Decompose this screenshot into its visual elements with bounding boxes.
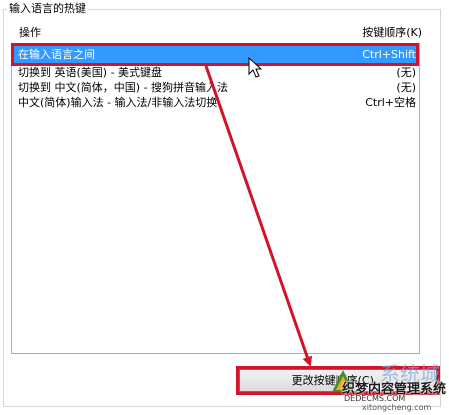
groupbox-title: 输入语言的热键: [7, 2, 88, 16]
column-header-key-sequence: 按键顺序(K): [362, 26, 422, 39]
hotkey-keys: (无): [396, 66, 416, 79]
hotkey-keys: Ctrl+Shift: [362, 48, 416, 61]
hotkey-action: 切换到 中文(简体，中国) - 搜狗拼音输入法: [18, 81, 229, 94]
hotkey-list[interactable]: 在输入语言之间 Ctrl+Shift 切换到 英语(美国) - 美式键盘 (无)…: [11, 43, 420, 354]
hotkey-row[interactable]: 切换到 中文(简体，中国) - 搜狗拼音输入法 (无): [12, 81, 419, 95]
hotkey-row[interactable]: 中文(简体)输入法 - 输入法/非输入法切换 Ctrl+空格: [12, 96, 419, 110]
hotkey-keys: (无): [396, 81, 416, 94]
hotkey-action: 中文(简体)输入法 - 输入法/非输入法切换: [18, 96, 218, 109]
column-header-action: 操作: [19, 26, 41, 39]
hotkey-row[interactable]: 切换到 英语(美国) - 美式键盘 (无): [12, 66, 419, 80]
hotkey-settings-panel: 输入语言的热键 操作 按键顺序(K) 在输入语言之间 Ctrl+Shift 切换…: [0, 0, 449, 415]
hotkey-row[interactable]: 在输入语言之间 Ctrl+Shift: [12, 46, 419, 63]
hotkey-action: 在输入语言之间: [18, 48, 95, 61]
hotkey-action: 切换到 英语(美国) - 美式键盘: [18, 66, 163, 79]
change-key-sequence-button[interactable]: 更改按键顺序(C)...: [239, 369, 437, 392]
hotkey-keys: Ctrl+空格: [365, 96, 416, 109]
